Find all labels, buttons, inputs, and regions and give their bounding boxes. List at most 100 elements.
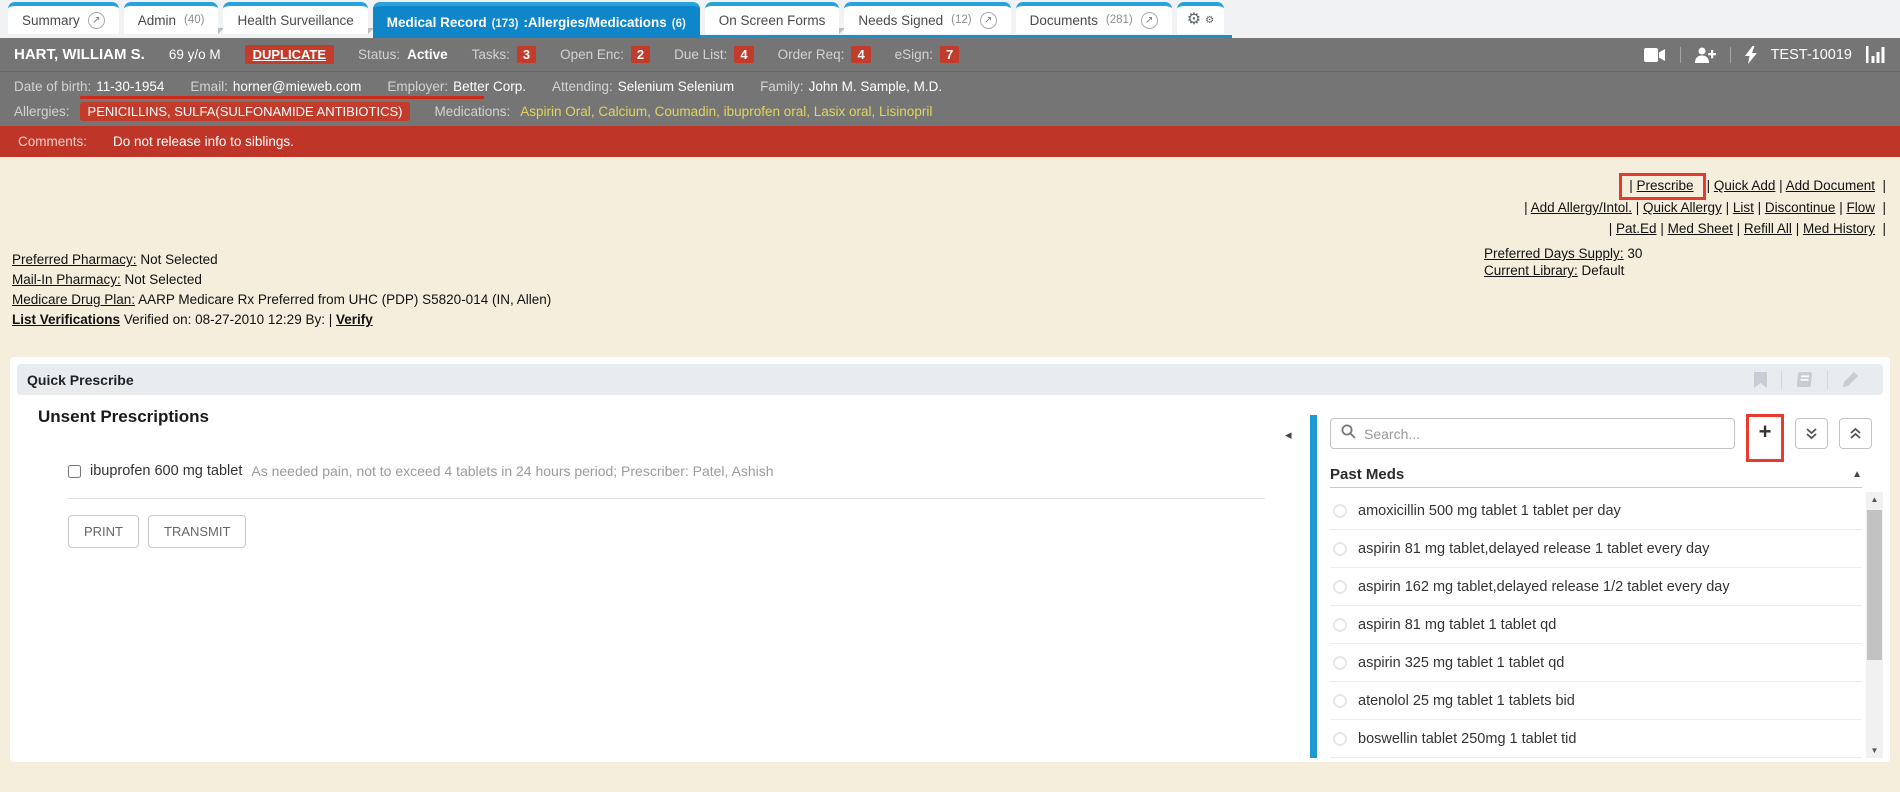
radio-circle-icon[interactable] — [1333, 694, 1347, 708]
verified-on-text: Verified on: 08-27-2010 12:29 By: | — [124, 312, 332, 327]
prescribe-settings: Preferred Days Supply 30 Current Library… — [1484, 245, 1886, 279]
scroll-down-icon[interactable]: ▼ — [1866, 743, 1883, 758]
tab-on-screen-forms[interactable]: On Screen Forms — [705, 2, 840, 34]
tab-documents[interactable]: Documents (281) ↗ — [1016, 2, 1172, 34]
external-link-icon[interactable]: ↗ — [980, 12, 997, 29]
radio-circle-icon[interactable] — [1333, 542, 1347, 556]
mail-in-pharmacy-line: Mail-In Pharmacy Not Selected — [12, 271, 551, 288]
employer-label: Employer: — [387, 79, 448, 94]
flow-link[interactable]: Flow — [1846, 200, 1875, 215]
tab-medical-record[interactable]: Medical Record (173) :Allergies/Medicati… — [373, 2, 700, 38]
list-item[interactable]: amoxicillin 500 mg tablet 1 tablet per d… — [1330, 492, 1862, 530]
gears-icon: ⚙ — [1187, 12, 1201, 28]
rx-checkbox[interactable] — [68, 465, 81, 478]
expand-all-button[interactable] — [1795, 418, 1828, 449]
quick-prescribe-header: Quick Prescribe — [17, 364, 1883, 395]
list-item[interactable]: aspirin 325 mg tablet 1 tablet qd — [1330, 644, 1862, 682]
due-list-count-badge[interactable]: 4 — [734, 46, 753, 63]
verify-link[interactable]: Verify — [336, 312, 373, 327]
tab-health-surveillance[interactable]: Health Surveillance — [223, 2, 367, 34]
book-icon[interactable] — [1781, 371, 1827, 389]
collapse-panel-arrow-icon[interactable]: ◂ — [1280, 423, 1297, 447]
bar-chart-icon[interactable] — [1866, 46, 1886, 63]
medication-link[interactable]: Lisinopril — [879, 104, 932, 119]
patient-age-sex: 69 y/o M — [169, 47, 221, 62]
video-camera-icon[interactable] — [1644, 48, 1666, 62]
radio-circle-icon[interactable] — [1333, 656, 1347, 670]
refill-all-link[interactable]: Refill All — [1744, 221, 1792, 236]
pat-ed-link[interactable]: Pat.Ed — [1616, 221, 1657, 236]
add-med-button[interactable]: + — [1753, 417, 1777, 447]
med-search-input[interactable] — [1364, 426, 1724, 442]
transmit-button[interactable]: TRANSMIT — [148, 515, 246, 548]
bookmark-icon[interactable] — [1740, 371, 1781, 389]
medication-link[interactable]: Lasix oral — [814, 104, 879, 119]
list-item[interactable]: boswellin tablet 250mg 1 tablet tid — [1330, 720, 1862, 758]
med-history-link[interactable]: Med History — [1803, 221, 1875, 236]
discontinue-link[interactable]: Discontinue — [1765, 200, 1836, 215]
scroll-up-icon[interactable]: ▲ — [1866, 492, 1883, 507]
external-link-icon[interactable]: ↗ — [88, 12, 105, 29]
collapse-all-button[interactable] — [1839, 418, 1872, 449]
add-allergy-link[interactable]: Add Allergy/Intol. — [1531, 200, 1632, 215]
radio-circle-icon[interactable] — [1333, 504, 1347, 518]
tab-needs-signed[interactable]: Needs Signed (12) ↗ — [844, 2, 1010, 34]
radio-circle-icon[interactable] — [1333, 732, 1347, 746]
list-item[interactable]: aspirin 81 mg tablet 1 tablet qd — [1330, 606, 1862, 644]
status-stat: Status: Active — [358, 47, 448, 62]
preferred-days-supply-link[interactable]: Preferred Days Supply — [1484, 246, 1624, 261]
radio-circle-icon[interactable] — [1333, 618, 1347, 632]
tab-count: (12) — [951, 14, 971, 26]
esign-count-badge[interactable]: 7 — [940, 46, 959, 63]
medicare-drug-plan-link[interactable]: Medicare Drug Plan — [12, 292, 135, 307]
duplicate-flag[interactable]: DUPLICATE — [245, 45, 334, 64]
collapse-section-icon[interactable]: ▲ — [1852, 469, 1862, 480]
tab-count: (173) — [492, 18, 519, 30]
tasks-count-badge[interactable]: 3 — [517, 46, 536, 63]
list-item[interactable]: atenolol 25 mg tablet 1 tablets bid — [1330, 682, 1862, 720]
preferred-pharmacy-link[interactable]: Preferred Pharmacy — [12, 252, 137, 267]
external-link-icon[interactable]: ↗ — [1141, 12, 1158, 29]
pencil-icon[interactable] — [1827, 371, 1873, 389]
medication-link[interactable]: Aspirin Oral — [520, 104, 598, 119]
esign-stat: eSign: 7 — [895, 46, 960, 63]
past-meds-list: amoxicillin 500 mg tablet 1 tablet per d… — [1330, 492, 1862, 758]
dob-value: 11-30-1954 — [96, 79, 164, 94]
tab-admin[interactable]: Admin (40) — [124, 2, 219, 34]
medication-link[interactable]: Calcium — [598, 104, 654, 119]
list-verifications-line: List Verifications Verified on: 08-27-20… — [12, 311, 551, 328]
tab-summary[interactable]: Summary ↗ — [8, 2, 119, 34]
prescribe-link[interactable]: Prescribe — [1637, 178, 1694, 193]
tab-label: Admin — [138, 13, 176, 28]
mail-in-pharmacy-link[interactable]: Mail-In Pharmacy — [12, 272, 121, 287]
list-verifications-link[interactable]: List Verifications — [12, 312, 120, 327]
list-item[interactable]: aspirin 81 mg tablet,delayed release 1 t… — [1330, 530, 1862, 568]
past-meds-section-header[interactable]: Past Meds ▲ — [1330, 462, 1862, 488]
med-sheet-link[interactable]: Med Sheet — [1668, 221, 1733, 236]
lightning-bolt-icon[interactable] — [1745, 46, 1757, 64]
add-person-icon[interactable] — [1695, 47, 1716, 63]
allergy-badge[interactable]: PENICILLINS, SULFA(SULFONAMIDE ANTIBIOTI… — [80, 102, 411, 121]
add-document-link[interactable]: Add Document — [1786, 178, 1875, 193]
quick-allergy-link[interactable]: Quick Allergy — [1643, 200, 1722, 215]
medication-link[interactable]: ibuprofen oral — [724, 104, 814, 119]
quick-add-link[interactable]: Quick Add — [1714, 178, 1776, 193]
list-item[interactable]: aspirin 162 mg tablet,delayed release 1/… — [1330, 568, 1862, 606]
current-library-link[interactable]: Current Library — [1484, 263, 1578, 278]
search-icon — [1341, 424, 1356, 444]
order-req-count-badge[interactable]: 4 — [851, 46, 870, 63]
tab-settings[interactable]: ⚙⚙ — [1177, 2, 1224, 34]
list-link[interactable]: List — [1733, 200, 1754, 215]
medicare-drug-plan-value: AARP Medicare Rx Preferred from UHC (PDP… — [135, 292, 551, 307]
family-label: Family: — [760, 79, 804, 94]
unsent-prescriptions-title: Unsent Prescriptions — [38, 407, 209, 427]
print-button[interactable]: PRINT — [68, 515, 139, 548]
radio-circle-icon[interactable] — [1333, 580, 1347, 594]
list-scrollbar[interactable]: ▲ ▼ — [1866, 492, 1883, 758]
open-enc-count-badge[interactable]: 2 — [631, 46, 650, 63]
current-library-value: Default — [1578, 263, 1625, 278]
medication-link[interactable]: Coumadin — [655, 104, 724, 119]
email-value: horner@mieweb.com — [233, 79, 362, 94]
scrollbar-thumb[interactable] — [1867, 510, 1882, 660]
med-item-label: aspirin 162 mg tablet,delayed release 1/… — [1358, 579, 1730, 595]
